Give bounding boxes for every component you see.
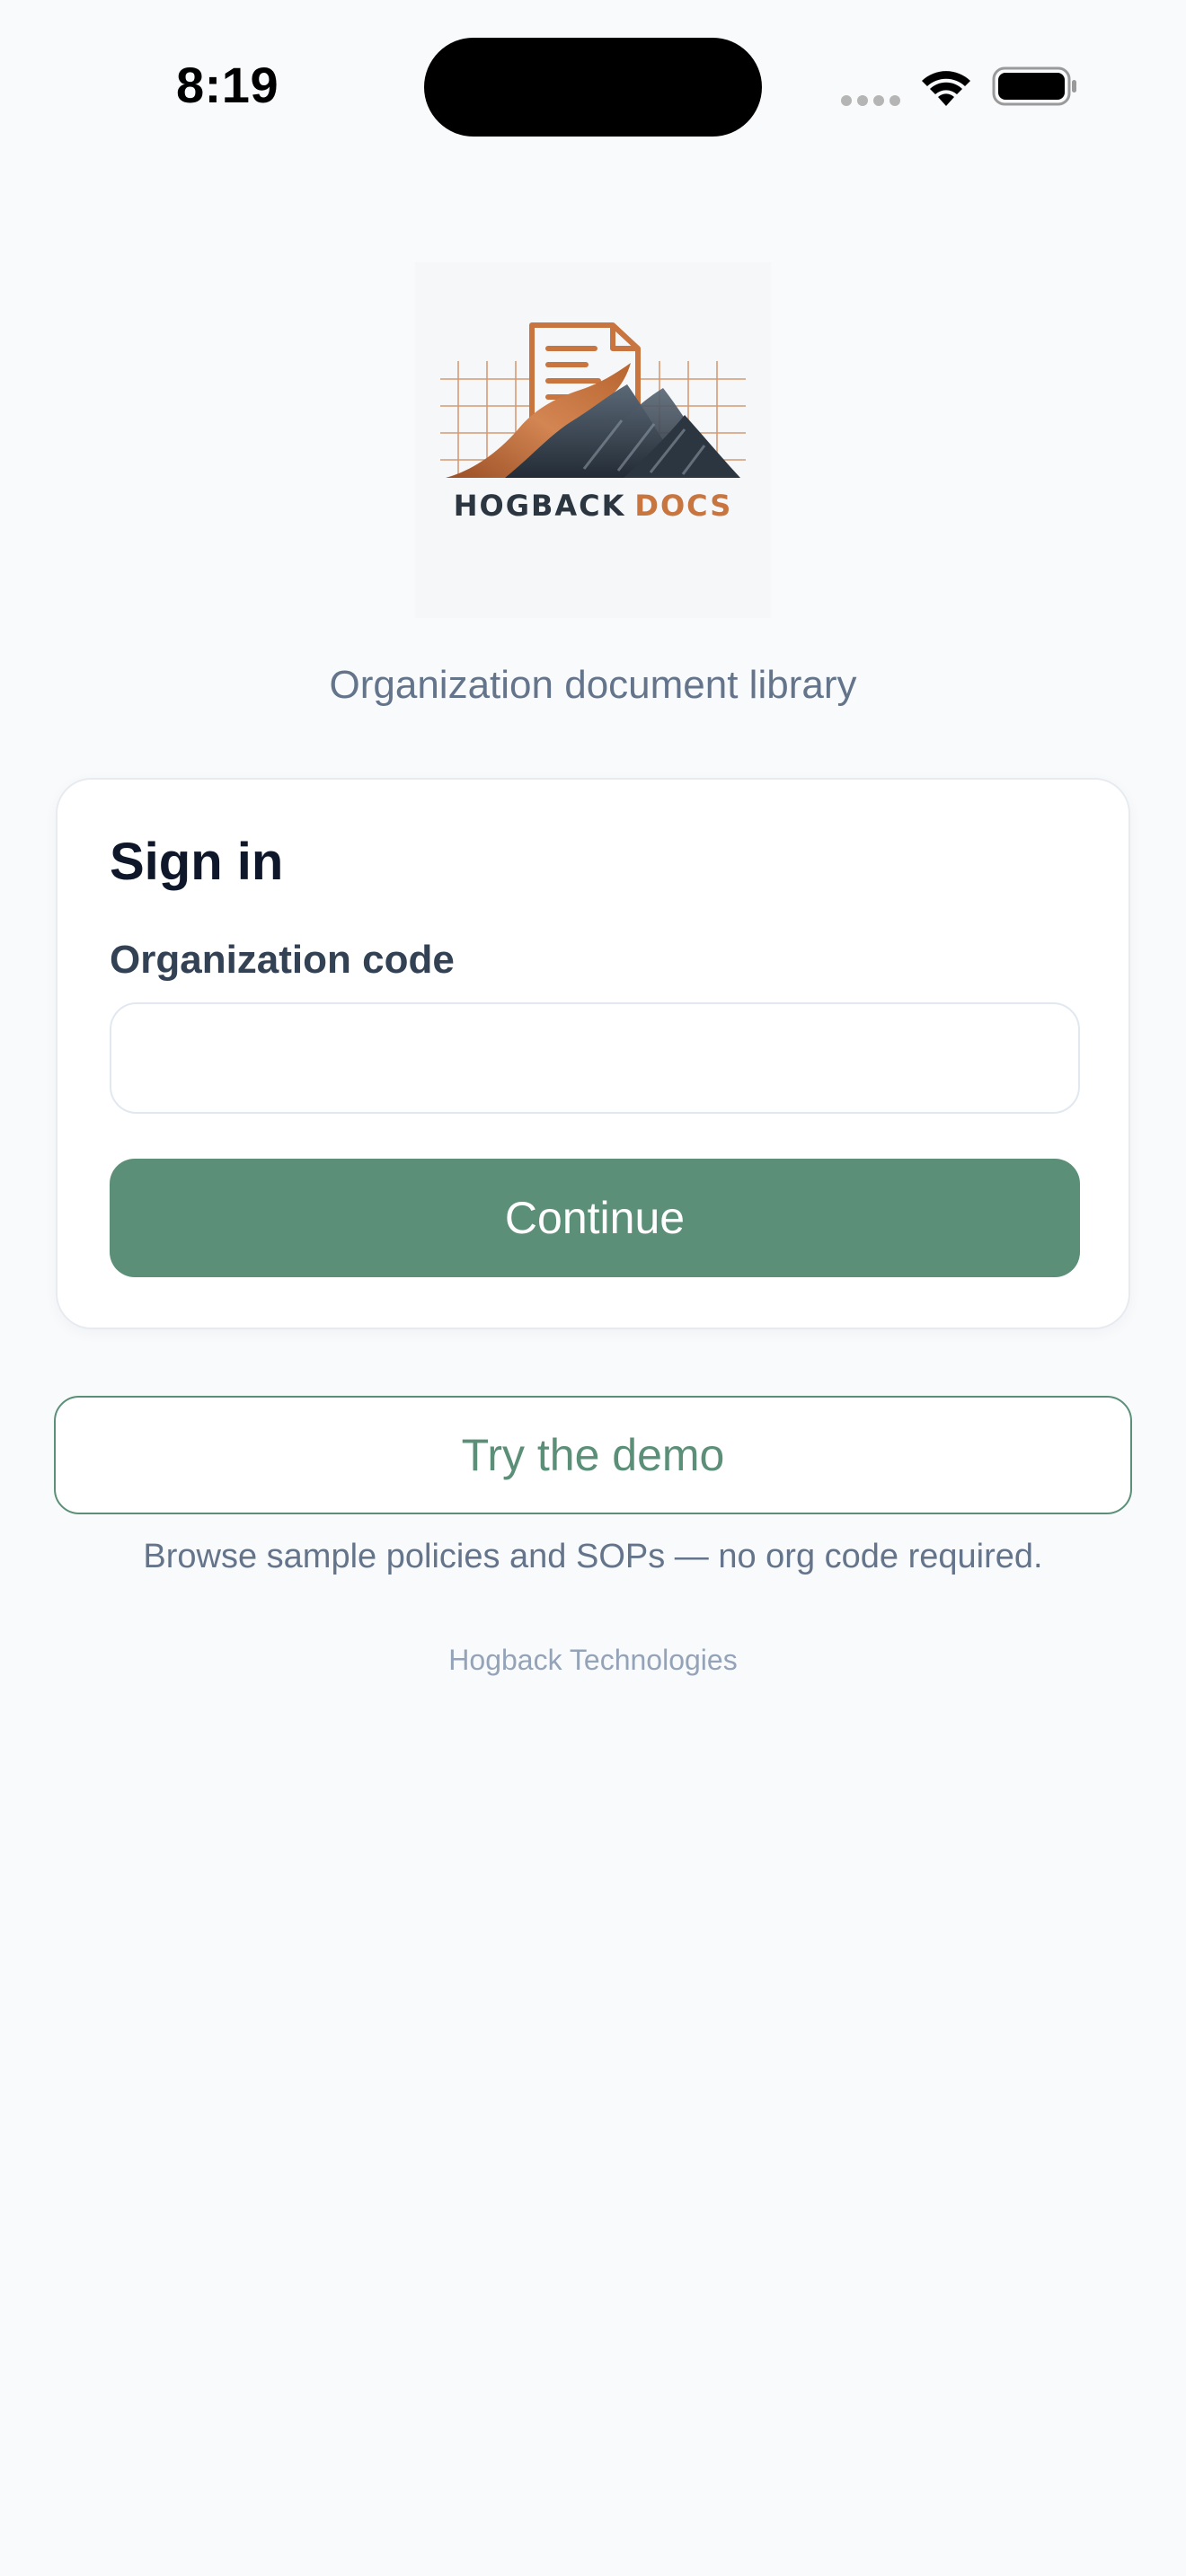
logo-wordmark-primary: HOGBACK [454,489,626,523]
logo-wordmark: HOGBACK DOCS [454,489,733,523]
footer-company: Hogback Technologies [448,1644,738,1676]
logo-wordmark-secondary: DOCS [634,489,732,523]
status-time: 8:19 [176,57,279,113]
cellular-dots-icon [841,95,902,108]
sign-in-card: Sign in Organization code Continue [56,778,1130,1329]
org-code-label: Organization code [110,938,455,982]
org-code-input[interactable] [110,1002,1080,1114]
battery-icon [992,66,1076,106]
demo-hint: Browse sample policies and SOPs — no org… [143,1538,1043,1575]
sign-in-title: Sign in [110,833,284,891]
try-demo-button[interactable]: Try the demo [54,1396,1132,1514]
hogback-docs-logo: HOGBACK DOCS [415,262,771,618]
tagline: Organization document library [329,663,857,707]
dynamic-island [424,38,762,137]
logo-graphic: HOGBACK DOCS [440,322,746,523]
wifi-icon [922,71,970,106]
continue-button[interactable]: Continue [110,1159,1080,1277]
